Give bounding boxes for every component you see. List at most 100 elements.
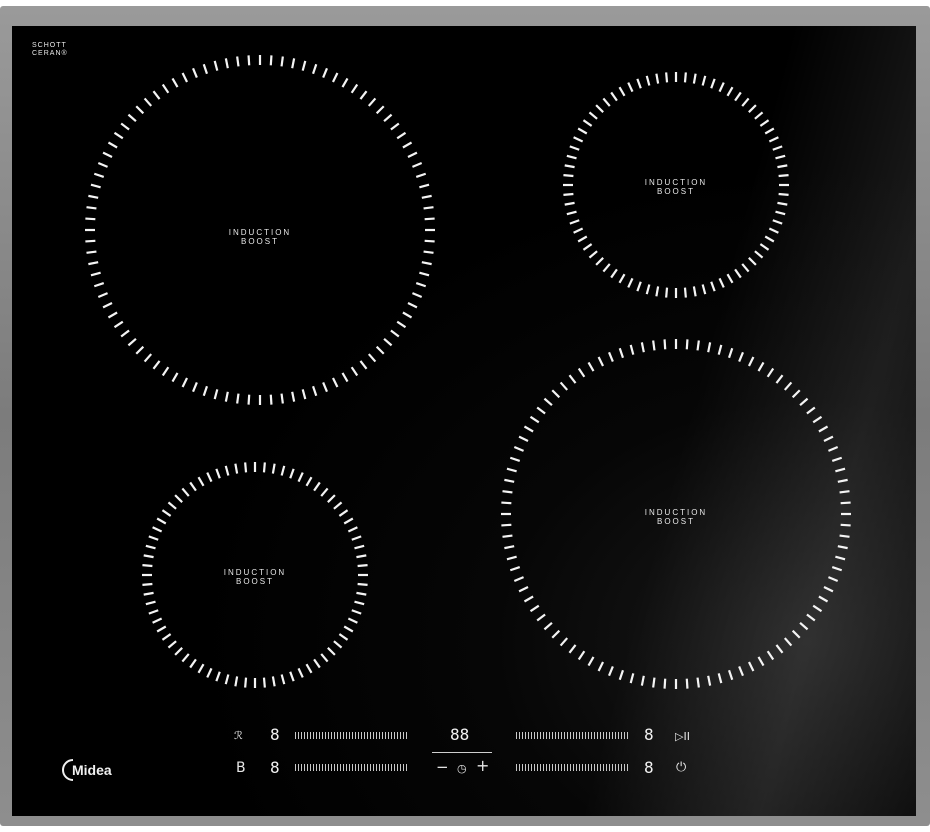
schott-ceran-logo: SCHOTT CERAN® (32, 42, 68, 58)
cooking-zone-rear-left[interactable]: INDUCTION BOOST (85, 55, 435, 405)
zone-ring-tick (577, 235, 588, 243)
zone-ring-tick (152, 90, 161, 100)
zone-ring-tick (148, 609, 159, 615)
zone-ring-tick (663, 678, 667, 689)
power-display-rear-right: 8 (644, 725, 654, 744)
zone-ring-tick (608, 351, 614, 362)
zone-ring-tick (311, 385, 318, 397)
zone-ring-tick (734, 268, 742, 279)
zone-ring-tick (791, 389, 801, 399)
zone-ring-tick (280, 393, 284, 404)
power-button[interactable]: ⏻ (676, 761, 686, 775)
zone-ring-tick (120, 122, 130, 131)
zone-ring-tick (280, 56, 284, 67)
zone-ring-tick (262, 462, 266, 473)
zone-ring-tick (85, 217, 96, 221)
zone-ring-tick (88, 194, 99, 199)
power-slider-front-right[interactable] (516, 764, 630, 771)
zone-ring-tick (812, 604, 823, 613)
zone-ring-tick (618, 347, 625, 359)
zone-ring-tick (202, 385, 209, 397)
zone-ring-tick (707, 342, 712, 353)
zone-ring-tick (269, 55, 273, 66)
zone-ring-tick (766, 650, 775, 661)
timer-plus-button[interactable]: + (476, 758, 489, 774)
zone-ring-tick (322, 67, 328, 78)
zone-ring-tick (741, 263, 750, 273)
zone-ring-tick (289, 468, 295, 479)
zone-ring-tick (107, 141, 118, 149)
zone-ring-tick (152, 360, 161, 370)
zone-ring-tick (685, 678, 689, 689)
power-slider-rear-left[interactable] (295, 732, 409, 739)
cooking-zone-front-right[interactable]: INDUCTION BOOST (501, 339, 851, 689)
zone-ring-tick (696, 340, 700, 351)
zone-ring-tick (663, 339, 667, 350)
zone-label-line1: INDUCTION (223, 568, 287, 577)
zone-ring-tick (587, 361, 595, 372)
zone-ring-tick (777, 201, 788, 206)
zone-ring-tick (206, 667, 213, 678)
boost-button[interactable]: B (236, 761, 246, 775)
zone-ring-tick (161, 366, 170, 377)
zone-ring-tick (171, 77, 179, 88)
flexi-zone-icon[interactable]: ℛ (234, 729, 243, 743)
zone-ring-tick (107, 311, 118, 319)
zone-ring-tick (135, 345, 145, 355)
zone-ring-tick (297, 667, 304, 678)
zone-ring-tick (301, 389, 307, 400)
zone-ring-tick (754, 250, 764, 259)
zone-ring-tick (559, 637, 569, 647)
zone-ring-tick (683, 72, 687, 83)
play-pause-button[interactable]: ▷II (675, 730, 690, 744)
zone-ring-tick (148, 535, 159, 541)
zone-ring-tick (665, 72, 669, 83)
zone-ring-tick (618, 273, 626, 284)
zone-ring-tick (738, 351, 744, 362)
zone-ring-tick (396, 131, 407, 140)
zone-ring-tick (297, 472, 304, 483)
zone-ring-tick (301, 60, 307, 71)
timer-clock-icon[interactable]: ◷ (457, 762, 467, 776)
zone-ring-tick (840, 501, 851, 505)
power-display-rear-left: 8 (270, 725, 280, 744)
zone-ring-tick (224, 58, 229, 69)
zone-ring-tick (343, 517, 354, 525)
zone-ring-tick (181, 72, 189, 83)
zone-ring-tick (224, 391, 229, 402)
power-slider-front-left[interactable] (295, 764, 409, 771)
zone-ring-tick (640, 675, 645, 686)
zone-ring-tick (244, 677, 248, 688)
zone-ring-tick (375, 105, 385, 115)
cooking-zone-front-left[interactable]: INDUCTION BOOST (142, 462, 368, 688)
zone-ring-tick (685, 339, 689, 350)
zone-ring-tick (551, 629, 561, 639)
zone-ring-tick (338, 633, 349, 641)
zone-ring-tick (90, 183, 101, 189)
zone-ring-tick (710, 281, 716, 292)
zone-ring-tick (167, 501, 177, 510)
zone-ring-tick (383, 113, 393, 123)
zone-label-line2: BOOST (656, 517, 695, 526)
zone-ring-tick (775, 210, 786, 216)
timer-minus-button[interactable]: − (436, 760, 449, 775)
zone-ring-tick (569, 145, 580, 151)
zone-ring-tick (357, 564, 368, 568)
zone-ring-tick (421, 194, 432, 199)
zone-ring-tick (206, 472, 213, 483)
zone-ring-tick (506, 555, 517, 561)
zone-ring-tick (152, 526, 163, 533)
zone-ring-tick (313, 481, 321, 492)
zone-ring-tick (419, 271, 430, 277)
zone-ring-tick (86, 206, 97, 210)
zone-ring-tick (513, 446, 524, 452)
zone-ring-tick (759, 243, 770, 251)
zone-ring-tick (331, 72, 339, 83)
zone-ring-tick (768, 136, 779, 143)
power-slider-rear-right[interactable] (516, 732, 630, 739)
zone-ring-tick (236, 393, 240, 404)
zone-ring-tick (142, 564, 153, 568)
cooking-zone-rear-right[interactable]: INDUCTION BOOST (563, 72, 789, 298)
zone-ring-tick (806, 613, 816, 622)
zone-ring-tick (718, 82, 725, 93)
